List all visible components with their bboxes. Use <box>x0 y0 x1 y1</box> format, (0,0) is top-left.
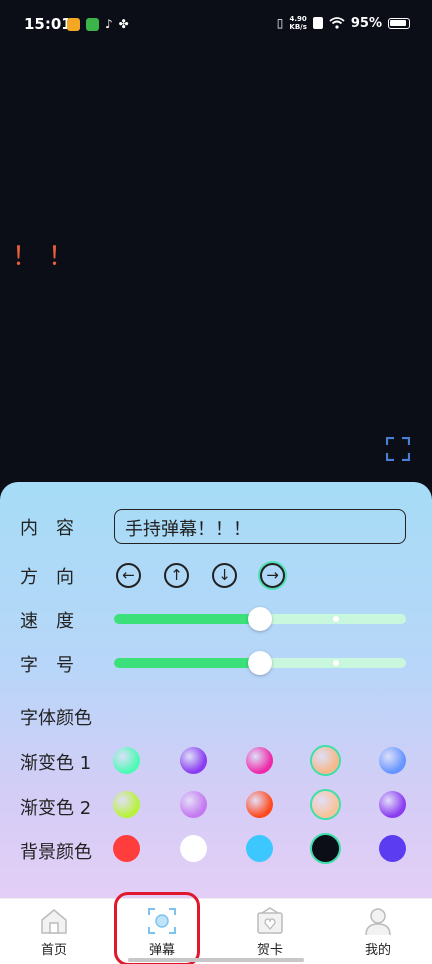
background-swatch-3[interactable] <box>246 835 273 862</box>
selected-tab-highlight <box>114 892 200 964</box>
direction-right-button[interactable]: → <box>260 563 285 588</box>
direction-label: 方 向 <box>20 567 74 588</box>
font-size-fill <box>114 658 260 668</box>
tab-profile[interactable]: 我的 <box>324 899 432 964</box>
settings-panel: 内 容 手持弹幕！！！ 方 向 ← ↑ ↓ → 速 度 字 号 字体颜色 渐变色… <box>0 482 432 898</box>
speed-buffer-dot <box>332 616 339 622</box>
vibrate-icon: ▯ <box>276 16 284 30</box>
speed-slider-knob[interactable] <box>248 607 272 631</box>
gradient2-swatch-1[interactable] <box>113 791 140 818</box>
network-speed: 4.90 KB/s <box>289 15 307 31</box>
danmaku-preview-text: ！！ <box>12 242 85 272</box>
background-swatch-1[interactable] <box>113 835 140 862</box>
gradient2-swatch-5[interactable] <box>379 791 406 818</box>
pinwheel-icon: ✤ <box>118 17 129 31</box>
tab-home-label: 首页 <box>40 943 67 958</box>
status-time: 15:01 <box>24 15 72 33</box>
gradient1-label: 渐变色 1 <box>20 753 92 774</box>
map-app-icon <box>86 17 99 31</box>
background-swatch-4[interactable] <box>312 835 339 862</box>
font-size-slider[interactable] <box>114 651 406 675</box>
background-color-label: 背景颜色 <box>20 842 92 863</box>
gradient1-swatch-4[interactable] <box>312 747 339 774</box>
tab-greeting-card-label: 贺卡 <box>256 943 283 958</box>
tiktok-icon: ♪ <box>105 17 113 31</box>
sim-icon <box>312 17 323 29</box>
gradient2-swatch-2[interactable] <box>180 791 207 818</box>
speed-label: 速 度 <box>20 611 74 632</box>
direction-left-button[interactable]: ← <box>116 563 141 588</box>
tab-profile-label: 我的 <box>364 943 391 958</box>
tab-home[interactable]: 首页 <box>0 899 108 964</box>
font-size-label: 字 号 <box>20 655 74 676</box>
battery-percent: 95% <box>350 15 382 31</box>
font-size-buffer-dot <box>332 660 339 666</box>
notification-icons: ♪ ✤ <box>67 17 129 31</box>
speed-slider[interactable] <box>114 607 406 631</box>
weibo-app-icon <box>67 17 80 31</box>
battery-icon <box>388 17 410 29</box>
gradient2-swatch-3[interactable] <box>246 791 273 818</box>
background-swatch-5[interactable] <box>379 835 406 862</box>
danmaku-preview: ！！ <box>0 50 432 482</box>
content-label: 内 容 <box>20 518 74 539</box>
wifi-icon <box>329 17 345 29</box>
font-color-label: 字体颜色 <box>20 708 92 729</box>
direction-up-button[interactable]: ↑ <box>164 563 189 588</box>
tab-greeting-card[interactable]: 贺卡 <box>216 899 324 964</box>
gradient1-swatch-5[interactable] <box>379 747 406 774</box>
background-swatch-2[interactable] <box>180 835 207 862</box>
status-right: ▯ 4.90 KB/s 95% <box>277 15 410 31</box>
direction-down-button[interactable]: ↓ <box>212 563 237 588</box>
gradient1-swatch-3[interactable] <box>246 747 273 774</box>
status-bar: 15:01 ♪ ✤ ▯ 4.90 KB/s 95% <box>0 0 432 50</box>
greeting-card-icon <box>257 907 283 934</box>
home-indicator[interactable] <box>128 958 304 962</box>
fullscreen-icon[interactable] <box>386 437 410 461</box>
bottom-tab-bar: 首页 弹幕 贺卡 我的 <box>0 898 432 964</box>
content-input[interactable]: 手持弹幕！！！ <box>114 509 406 544</box>
font-size-slider-knob[interactable] <box>248 651 272 675</box>
gradient1-swatch-2[interactable] <box>180 747 207 774</box>
gradient2-label: 渐变色 2 <box>20 798 92 819</box>
speed-fill <box>114 614 260 624</box>
home-icon <box>41 909 67 934</box>
gradient2-swatch-4[interactable] <box>312 791 339 818</box>
profile-icon <box>365 908 391 935</box>
gradient1-swatch-1[interactable] <box>113 747 140 774</box>
